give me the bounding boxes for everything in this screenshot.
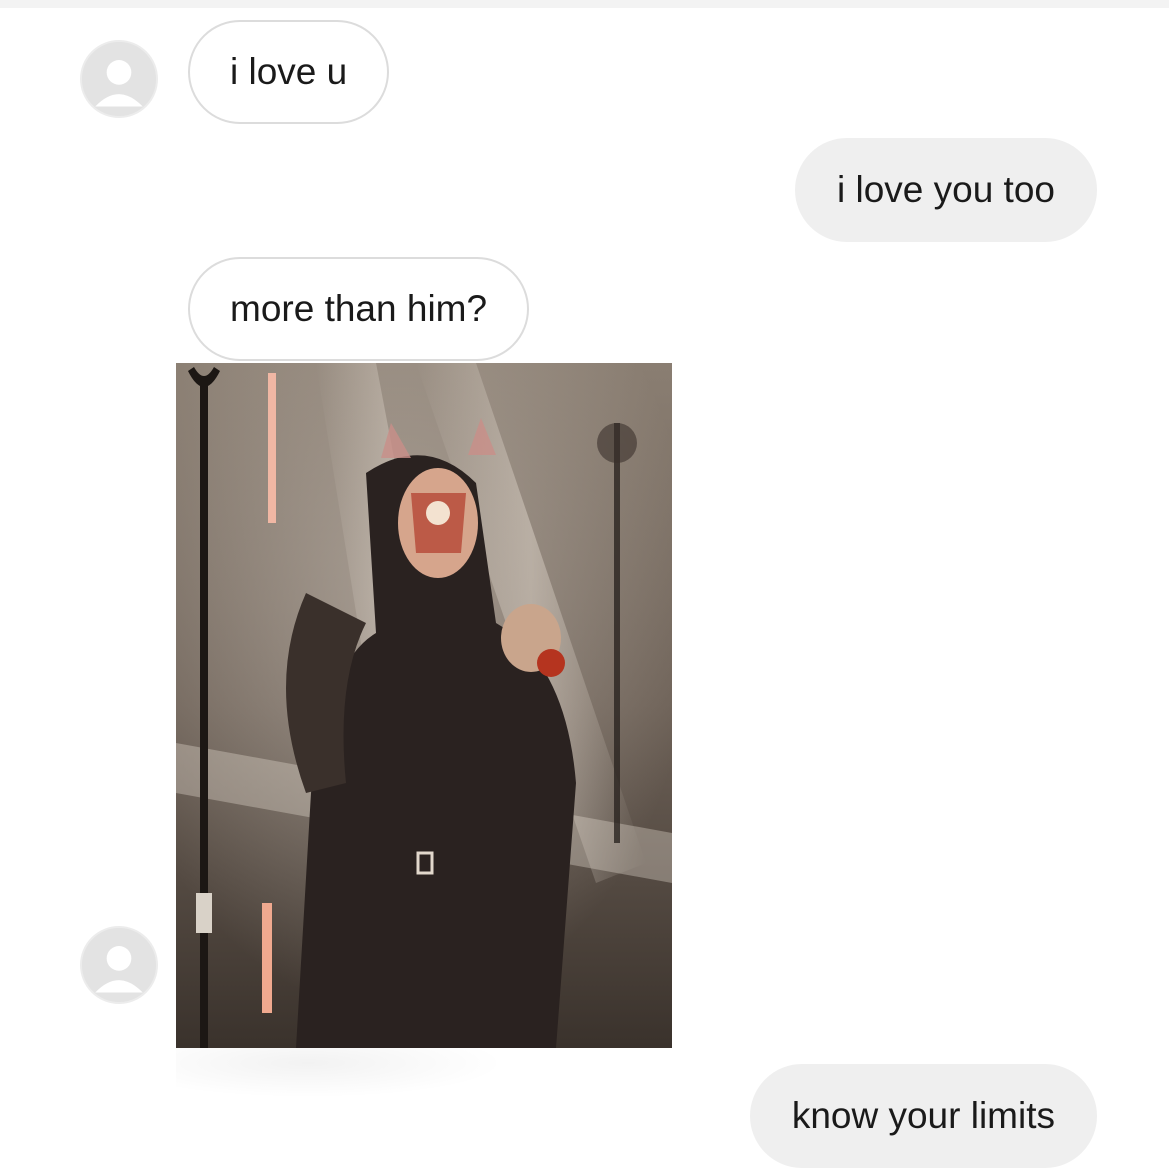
message-bubble-outgoing[interactable]: i love you too bbox=[794, 138, 1097, 242]
photo-shadow bbox=[176, 1048, 506, 1098]
top-edge-strip bbox=[0, 0, 1169, 8]
message-bubble-incoming[interactable]: more than him? bbox=[188, 257, 530, 361]
user-avatar-icon bbox=[82, 928, 156, 1002]
message-text: more than him? bbox=[230, 288, 488, 329]
user-avatar-icon bbox=[82, 42, 156, 116]
message-text: know your limits bbox=[791, 1095, 1055, 1136]
avatar[interactable] bbox=[80, 40, 158, 118]
photo-message[interactable] bbox=[176, 363, 672, 1048]
message-text: i love u bbox=[230, 51, 348, 92]
message-bubble-incoming[interactable]: i love u bbox=[188, 20, 390, 124]
concert-photo bbox=[176, 363, 672, 1048]
message-bubble-outgoing[interactable]: know your limits bbox=[749, 1064, 1097, 1168]
message-text: i love you too bbox=[836, 169, 1055, 210]
avatar[interactable] bbox=[80, 926, 158, 1004]
